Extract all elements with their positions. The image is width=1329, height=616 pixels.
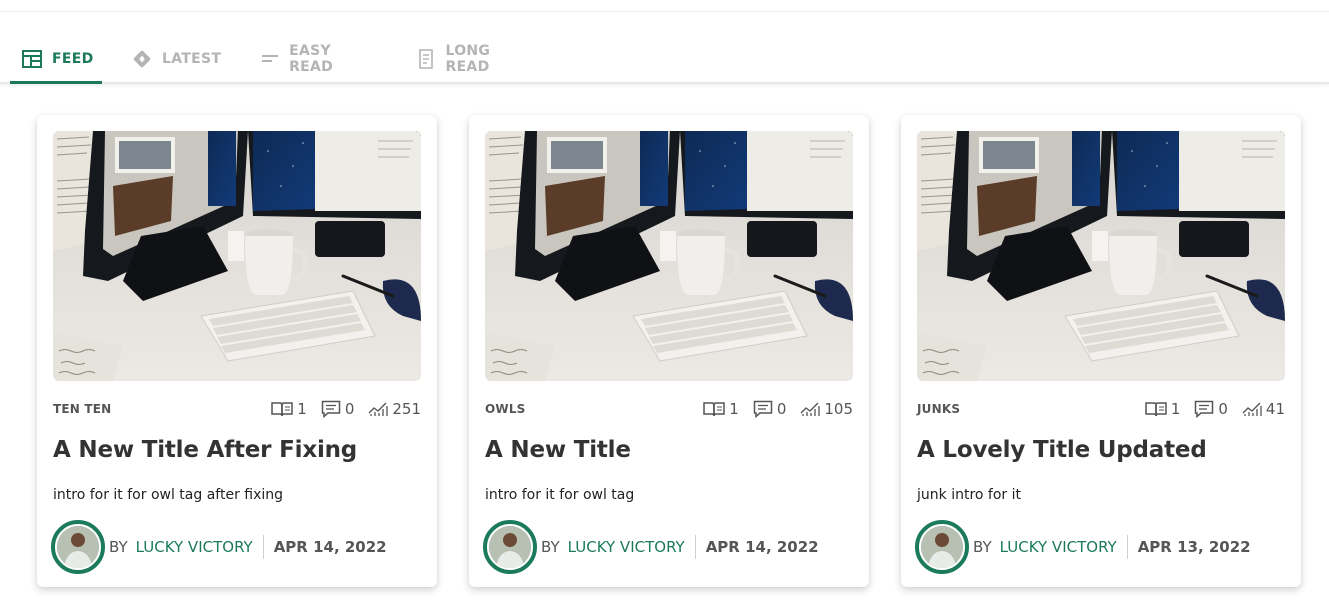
post-stats: 1 0 105	[703, 400, 853, 418]
comments-count: 0	[1218, 400, 1228, 418]
post-card[interactable]: TEN TEN 1 0 251 A New Title After Fixing…	[37, 115, 437, 587]
document-icon	[416, 49, 435, 69]
comment-icon	[1194, 400, 1214, 418]
views-stat: 105	[800, 400, 853, 418]
post-byline: BY LUCKY VICTORY APR 14, 2022	[51, 520, 421, 574]
post-byline: BY LUCKY VICTORY APR 13, 2022	[915, 520, 1285, 574]
tab-latest[interactable]: LATEST	[120, 36, 230, 82]
post-title[interactable]: A New Title After Fixing	[53, 437, 427, 463]
by-label: BY	[109, 538, 128, 556]
feed-icon	[22, 49, 42, 69]
byline-divider	[694, 535, 696, 559]
comments-stat: 0	[1194, 400, 1228, 418]
post-card[interactable]: OWLS 1 0 105 A New Title intro for it fo…	[469, 115, 869, 587]
tab-easy-read[interactable]: EASY READ	[248, 36, 388, 82]
book-icon	[271, 401, 294, 417]
reads-count: 1	[297, 400, 307, 418]
post-intro: junk intro for it	[917, 487, 1021, 503]
diamond-icon	[132, 49, 152, 69]
tab-label: LATEST	[162, 51, 222, 67]
trend-chart-icon	[368, 401, 389, 417]
byline-divider	[262, 535, 264, 559]
author-avatar[interactable]	[483, 520, 537, 574]
post-date: APR 13, 2022	[1137, 538, 1251, 556]
views-stat: 41	[1242, 400, 1285, 418]
post-title[interactable]: A Lovely Title Updated	[917, 437, 1291, 463]
tab-long-read[interactable]: LONG READ	[404, 36, 549, 82]
views-count: 105	[824, 400, 853, 418]
author-link[interactable]: LUCKY VICTORY	[136, 538, 253, 556]
post-date: APR 14, 2022	[705, 538, 819, 556]
views-count: 251	[392, 400, 421, 418]
author-avatar[interactable]	[915, 520, 969, 574]
post-meta: JUNKS 1 0 41	[917, 399, 1285, 419]
post-card[interactable]: JUNKS 1 0 41 A Lovely Title Updated junk…	[901, 115, 1301, 587]
post-thumbnail[interactable]	[917, 131, 1285, 381]
comments-stat: 0	[321, 400, 355, 418]
top-divider	[0, 11, 1329, 12]
post-intro: intro for it for owl tag	[485, 487, 635, 503]
author-link[interactable]: LUCKY VICTORY	[1000, 538, 1117, 556]
byline-divider	[1126, 535, 1128, 559]
tab-label: LONG READ	[445, 43, 491, 75]
comments-count: 0	[776, 400, 787, 418]
post-title[interactable]: A New Title	[485, 437, 859, 463]
comment-icon	[753, 400, 773, 418]
by-label: BY	[973, 538, 992, 556]
tab-feed[interactable]: FEED	[10, 36, 102, 84]
author-link[interactable]: LUCKY VICTORY	[568, 538, 685, 556]
by-label: BY	[541, 538, 560, 556]
post-thumbnail[interactable]	[485, 131, 853, 381]
post-meta: OWLS 1 0 105	[485, 399, 853, 419]
comment-icon	[321, 400, 341, 418]
post-byline: BY LUCKY VICTORY APR 14, 2022	[483, 520, 853, 574]
comments-count: 0	[344, 400, 355, 418]
trend-chart-icon	[1242, 401, 1262, 417]
reads-count: 1	[1170, 400, 1181, 418]
post-stats: 1 0 41	[1145, 400, 1285, 418]
reads-count: 1	[729, 400, 739, 418]
trend-chart-icon	[800, 401, 821, 417]
post-meta: TEN TEN 1 0 251	[53, 399, 421, 419]
post-tag[interactable]: JUNKS	[917, 402, 960, 416]
views-stat: 251	[368, 400, 421, 418]
post-tag[interactable]: OWLS	[485, 402, 526, 416]
tab-label: FEED	[52, 51, 94, 67]
feed-tabs: FEED LATEST EASY READ LONG READ	[0, 36, 1329, 84]
post-tag[interactable]: TEN TEN	[53, 402, 111, 416]
book-icon	[703, 401, 726, 417]
tab-label: EASY READ	[289, 43, 334, 75]
post-stats: 1 0 251	[271, 400, 421, 418]
book-icon	[1145, 401, 1167, 417]
post-date: APR 14, 2022	[273, 538, 387, 556]
post-thumbnail[interactable]	[53, 131, 421, 381]
views-count: 41	[1265, 400, 1285, 418]
comments-stat: 0	[753, 400, 787, 418]
short-lines-icon	[260, 49, 279, 69]
reads-stat: 1	[1145, 400, 1181, 418]
post-intro: intro for it for owl tag after fixing	[53, 487, 284, 503]
author-avatar[interactable]	[51, 520, 105, 574]
reads-stat: 1	[703, 400, 739, 418]
reads-stat: 1	[271, 400, 307, 418]
